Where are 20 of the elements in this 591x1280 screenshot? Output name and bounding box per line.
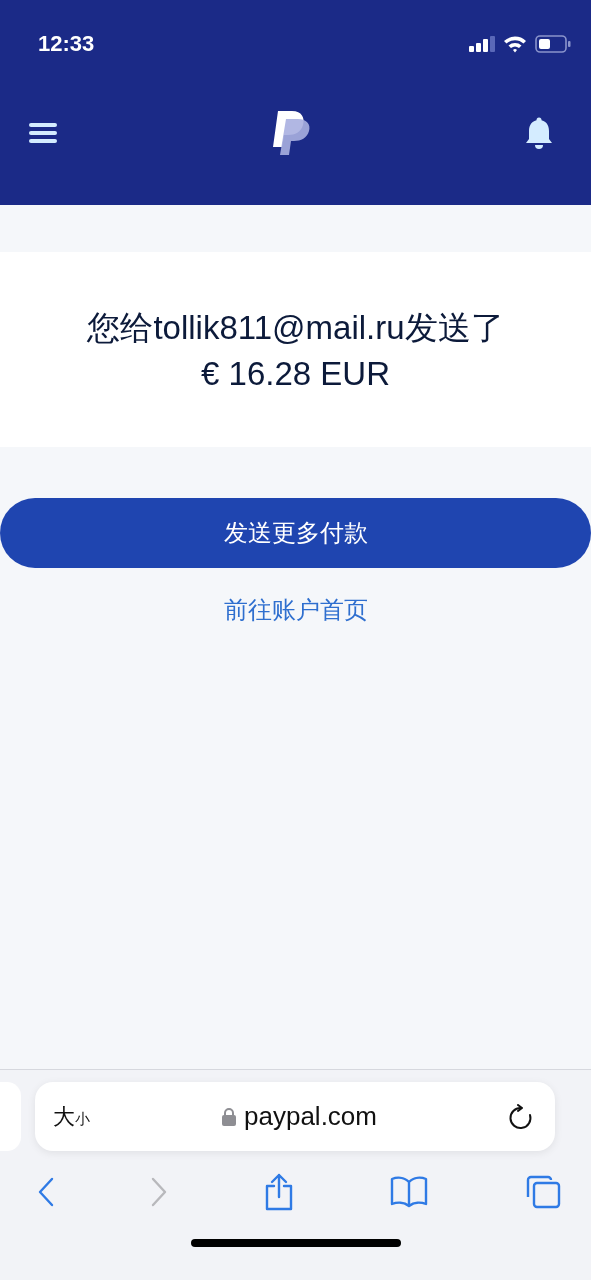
account-home-link[interactable]: 前往账户首页 <box>223 594 368 626</box>
reload-icon[interactable] <box>509 1103 533 1130</box>
book-icon[interactable] <box>390 1176 429 1208</box>
text-size-button[interactable]: 大小 <box>53 1101 90 1132</box>
url-text: paypal.com <box>244 1101 377 1132</box>
back-icon[interactable] <box>38 1177 54 1207</box>
wifi-icon <box>503 35 527 53</box>
tabs-icon[interactable] <box>525 1175 561 1209</box>
logo-icon <box>271 109 312 156</box>
payment-amount: € 16.28 EUR <box>201 355 390 393</box>
battery-icon <box>535 35 571 53</box>
menu-icon[interactable] <box>28 121 58 144</box>
status-time: 12:33 <box>38 31 95 57</box>
notification-bell-icon[interactable] <box>525 116 553 149</box>
signal-icon <box>469 36 495 52</box>
address-bar[interactable]: 大小 paypal.com <box>35 1082 555 1151</box>
lock-icon <box>222 1107 236 1126</box>
send-more-button[interactable]: 发送更多付款 <box>0 498 591 568</box>
share-icon[interactable] <box>263 1173 294 1211</box>
confirmation-message: 您给tollik811@mail.ru发送了 <box>87 308 504 348</box>
